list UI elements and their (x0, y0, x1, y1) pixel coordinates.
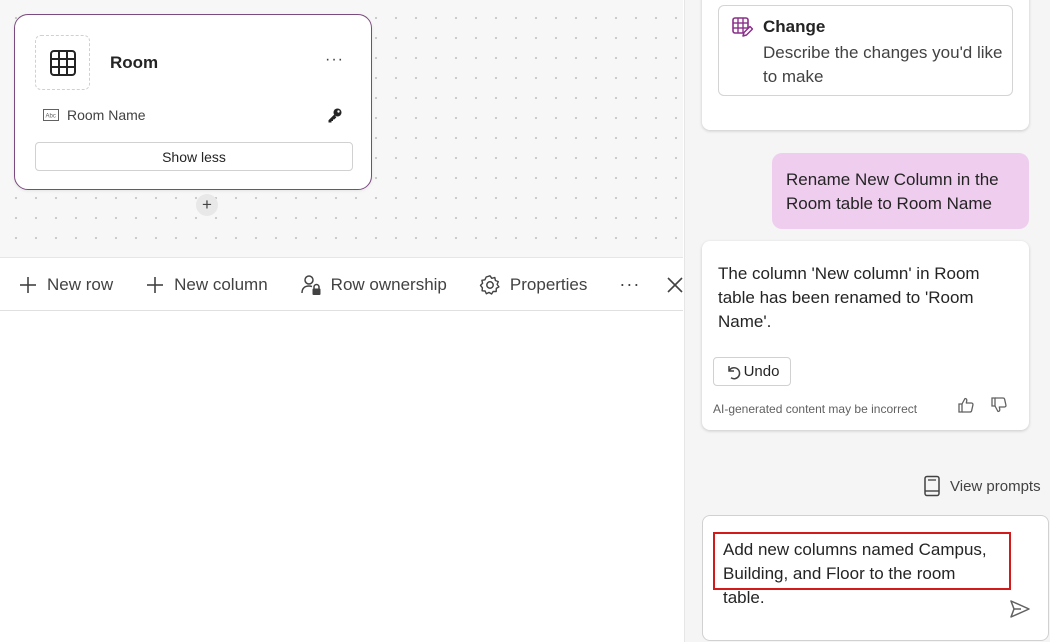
data-grid-area (0, 312, 683, 642)
table-edit-icon (732, 17, 753, 37)
diagram-canvas[interactable]: Room ··· Abc Room Name Show less + (0, 0, 683, 258)
row-ownership-label: Row ownership (330, 274, 447, 294)
ai-response-card: The column 'New column' in Room table ha… (702, 241, 1029, 430)
undo-icon (727, 365, 740, 379)
view-prompts-label: View prompts (950, 477, 1041, 495)
send-button[interactable] (1009, 598, 1031, 625)
properties-label: Properties (509, 274, 588, 294)
new-column-button[interactable]: New column (145, 275, 268, 295)
svg-text:Abc: Abc (46, 114, 56, 120)
change-suggestion-button[interactable]: Change Describe the changes you'd like t… (718, 5, 1013, 96)
more-options-icon[interactable]: ··· (325, 51, 344, 69)
view-prompts-button[interactable]: View prompts (923, 475, 1041, 497)
plus-icon (20, 276, 36, 293)
column-name-label: Room Name (67, 107, 146, 123)
command-bar: New row New column Row ownership Propert… (0, 259, 683, 311)
user-message: Rename New Column in the Room table to R… (772, 153, 1029, 229)
show-less-button[interactable]: Show less (35, 142, 353, 171)
add-relationship-button[interactable]: + (196, 194, 218, 216)
row-ownership-button[interactable]: Row ownership (300, 274, 447, 296)
person-lock-icon (300, 274, 321, 295)
column-row-room-name[interactable]: Abc Room Name (43, 107, 146, 123)
thumbs-down-button[interactable] (990, 396, 1008, 419)
new-row-label: New row (47, 274, 114, 294)
plus-icon (147, 276, 164, 293)
text-field-icon: Abc (43, 109, 59, 121)
key-icon (327, 107, 343, 128)
change-title: Change (763, 17, 826, 36)
send-icon (1010, 600, 1030, 618)
ai-response-text: The column 'New column' in Room table ha… (718, 264, 980, 331)
undo-button[interactable]: Undo (713, 357, 791, 386)
suggestion-card: Change Describe the changes you'd like t… (702, 0, 1029, 130)
more-commands-button[interactable]: ··· (619, 274, 640, 295)
chat-input-box[interactable]: Add new columns named Campus, Building, … (702, 515, 1049, 641)
thumbs-up-icon (958, 397, 974, 413)
table-icon-box (35, 35, 90, 90)
close-icon (667, 276, 683, 293)
room-table-card[interactable]: Room ··· Abc Room Name Show less + (14, 14, 372, 216)
gear-icon (479, 274, 500, 295)
undo-label: Undo (743, 363, 780, 380)
close-button[interactable] (666, 276, 684, 294)
table-grid-icon (49, 49, 76, 76)
copilot-panel: Change Describe the changes you'd like t… (684, 0, 1050, 642)
change-description: Describe the changes you'd like to make (763, 43, 1003, 86)
ai-disclaimer: AI-generated content may be incorrect (713, 402, 918, 416)
chat-input-text[interactable]: Add new columns named Campus, Building, … (713, 532, 1011, 607)
table-title: Room (110, 53, 159, 72)
new-row-button[interactable]: New row (18, 275, 113, 295)
properties-button[interactable]: Properties (479, 274, 587, 296)
thumbs-up-button[interactable] (957, 396, 975, 419)
new-column-label: New column (174, 274, 268, 294)
thumbs-down-icon (991, 397, 1007, 413)
book-icon (924, 475, 940, 497)
